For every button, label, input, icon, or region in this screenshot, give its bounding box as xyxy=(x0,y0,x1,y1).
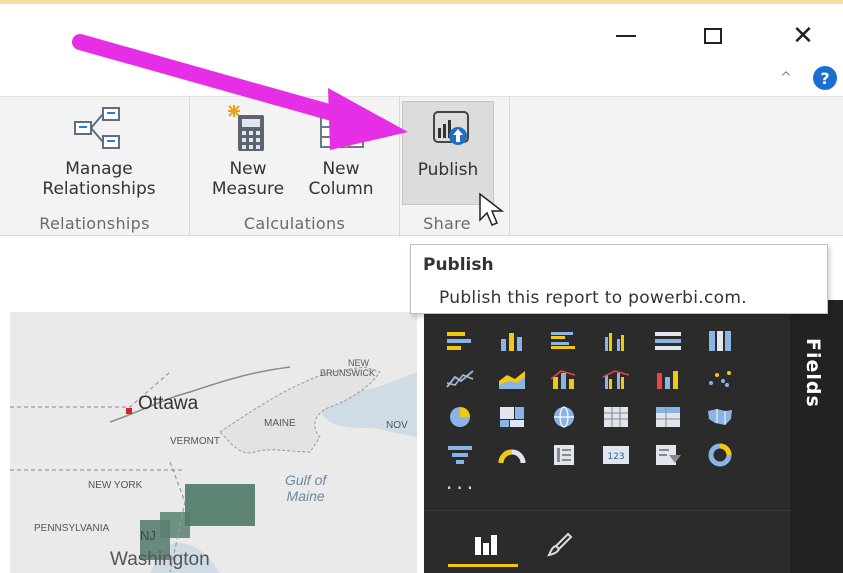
slicer-icon[interactable] xyxy=(646,436,690,474)
visualizations-pane: 123 ... xyxy=(424,300,790,573)
fields-pane-label: Fields xyxy=(802,338,824,408)
multi-row-card-icon[interactable] xyxy=(542,436,586,474)
area-chart-icon[interactable] xyxy=(490,360,534,398)
stacked-bar-icon[interactable] xyxy=(438,322,482,360)
new-measure-label-line1: New xyxy=(229,159,267,179)
card-icon[interactable]: 123 xyxy=(594,436,638,474)
gauge-icon[interactable] xyxy=(490,436,534,474)
group-label-relationships: Relationships xyxy=(39,214,150,233)
clustered-column-icon[interactable] xyxy=(594,322,638,360)
ribbon-group-calculations: New Measure New Column Calculations xyxy=(190,97,400,237)
calculator-icon xyxy=(220,103,276,155)
map-label-gulf-1: Gulf of xyxy=(285,472,327,488)
chevron-up-icon: ^ xyxy=(780,70,792,86)
line-stacked-column-icon[interactable] xyxy=(542,360,586,398)
close-button[interactable]: ✕ xyxy=(780,16,826,56)
new-measure-button[interactable]: New Measure xyxy=(202,103,294,199)
format-paintbrush-icon[interactable] xyxy=(540,525,580,565)
visualization-gallery: 123 xyxy=(438,322,742,474)
pie-chart-icon[interactable] xyxy=(438,398,482,436)
filled-map-icon[interactable] xyxy=(698,398,742,436)
map-label-nova: NOV xyxy=(386,420,408,431)
100-bar-icon[interactable] xyxy=(646,322,690,360)
maximize-button[interactable] xyxy=(690,16,736,56)
tooltip-title: Publish xyxy=(423,255,494,275)
table-column-icon xyxy=(313,103,369,155)
treemap-icon[interactable] xyxy=(490,398,534,436)
clustered-bar-icon[interactable] xyxy=(542,322,586,360)
map-label-new-york: NEW YORK xyxy=(88,480,143,491)
new-column-label-line1: New xyxy=(322,159,360,179)
100-column-icon[interactable] xyxy=(698,322,742,360)
group-label-calculations: Calculations xyxy=(243,214,346,233)
ribbon-group-relationships: Manage Relationships Relationships xyxy=(0,97,190,237)
active-tab-indicator xyxy=(448,564,518,567)
donut-chart-icon[interactable] xyxy=(698,436,742,474)
map-label-new-brunswick-1: NEW xyxy=(348,358,369,368)
line-chart-icon[interactable] xyxy=(438,360,482,398)
map-label-nj: NJ xyxy=(140,528,156,543)
map-label-gulf-2: Maine xyxy=(286,488,325,504)
maximize-icon xyxy=(704,28,722,44)
new-measure-label-line2: Measure xyxy=(211,179,285,199)
map-label-ottawa: Ottawa xyxy=(138,393,199,414)
ribbon: Manage Relationships Relationships New M… xyxy=(0,96,843,237)
minimize-icon xyxy=(616,35,636,37)
close-icon: ✕ xyxy=(792,21,814,51)
map-label-pennsylvania: PENNSYLVANIA xyxy=(34,523,110,534)
svg-text:123: 123 xyxy=(607,452,624,462)
scatter-chart-icon[interactable] xyxy=(698,360,742,398)
minimize-button[interactable] xyxy=(603,16,649,56)
manage-label-line1: Manage xyxy=(65,159,133,179)
mouse-cursor-icon xyxy=(479,192,505,226)
publish-button[interactable]: Publish xyxy=(402,101,494,205)
ribbon-chart-icon[interactable] xyxy=(646,360,690,398)
map-label-new-brunswick: NEW BRUNSWICK xyxy=(320,358,375,378)
publish-label: Publish xyxy=(417,160,479,180)
fields-tab-icon[interactable] xyxy=(466,525,506,565)
line-clustered-column-icon[interactable] xyxy=(594,360,638,398)
globe-map-icon[interactable] xyxy=(542,398,586,436)
tooltip-description: Publish this report to powerbi.com. xyxy=(439,288,747,308)
new-column-button[interactable]: New Column xyxy=(296,103,386,199)
help-icon: ? xyxy=(820,68,830,88)
help-button[interactable]: ? xyxy=(813,66,837,90)
map-label-washington: Washington xyxy=(110,549,210,570)
ottawa-marker xyxy=(126,408,132,414)
map-label-new-brunswick-2: BRUNSWICK xyxy=(320,368,376,378)
map-label-maine: MAINE xyxy=(264,418,296,429)
table-icon[interactable] xyxy=(594,398,638,436)
matrix-icon[interactable] xyxy=(646,398,690,436)
fields-pane[interactable]: Fields xyxy=(790,300,843,573)
manage-relationships-icon xyxy=(71,103,127,155)
funnel-icon[interactable] xyxy=(438,436,482,474)
more-visuals-button[interactable]: ... xyxy=(446,470,477,494)
manage-relationships-button[interactable]: Manage Relationships xyxy=(28,103,170,199)
map-label-gulf: Gulf of Maine xyxy=(285,472,326,504)
map-label-vermont: VERMONT xyxy=(170,436,220,447)
collapse-ribbon-button[interactable]: ^ xyxy=(776,68,796,88)
publish-tooltip: Publish Publish this report to powerbi.c… xyxy=(410,244,828,314)
stacked-column-icon[interactable] xyxy=(490,322,534,360)
title-bar: ✕ ^ ? xyxy=(0,4,843,96)
publish-icon xyxy=(420,102,476,154)
new-column-label-line2: Column xyxy=(308,179,374,199)
manage-label-line2: Relationships xyxy=(42,179,156,199)
